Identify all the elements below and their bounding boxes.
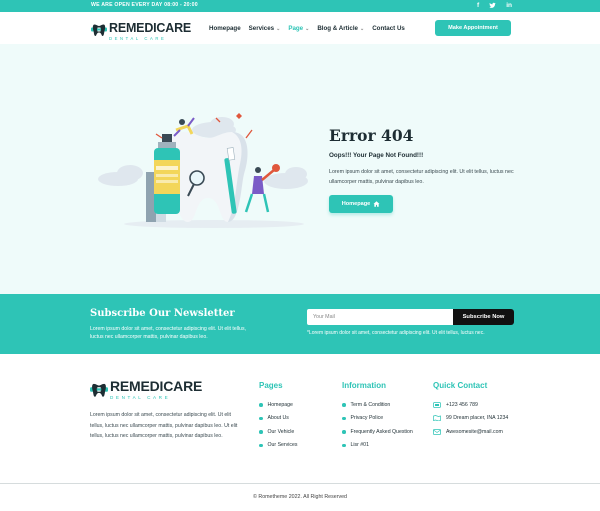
nav-item-contact[interactable]: Contact Us <box>372 25 405 32</box>
social-links: f in <box>477 2 512 12</box>
homepage-button[interactable]: Homepage <box>329 195 393 213</box>
brand-tagline: DENTAL CARE <box>109 35 167 41</box>
footer-link-vehicle[interactable]: Our Vehicle <box>259 425 297 439</box>
footer-information-title: Information <box>342 381 386 390</box>
bullet-icon <box>342 416 346 420</box>
map-icon <box>433 415 441 422</box>
error-title: Error 404 <box>329 126 414 145</box>
footer-link-services[interactable]: Our Services <box>259 439 297 453</box>
make-appointment-button[interactable]: Make Appointment <box>435 20 511 36</box>
footer-about-text: Lorem ipsum dolor sit amet, consectetur … <box>90 412 238 440</box>
footer-link-faq[interactable]: Frequently Asked Question <box>342 425 413 439</box>
newsletter-title: Subscribe Our Newsletter <box>90 308 235 319</box>
error-subtitle: Oops!!! Your Page Not Found!!! <box>329 152 424 159</box>
tooth-logo-icon <box>91 24 107 37</box>
tooth-logo-icon <box>90 383 108 397</box>
footer-divider <box>0 483 600 484</box>
footer-link-homepage[interactable]: Homepage <box>259 398 297 412</box>
chevron-down-icon: ⌄ <box>360 25 365 32</box>
bullet-icon <box>259 416 263 420</box>
copyright-text: © Rometheme 2022. All Right Reserved <box>253 494 347 500</box>
chevron-down-icon: ⌄ <box>276 25 281 32</box>
error-description: Lorem ipsum dolor sit amet, consectetur … <box>329 169 514 185</box>
homepage-button-label: Homepage <box>341 201 371 207</box>
footer-pages-title: Pages <box>259 381 283 390</box>
subscribe-button[interactable]: Subscribe Now <box>453 309 514 325</box>
footer-pages-column: Pages Homepage About Us Our Vehicle Our … <box>259 381 297 452</box>
footer-information-column: Information Term & Condition Privacy Pol… <box>342 381 413 452</box>
mail-icon <box>433 428 441 435</box>
main-nav: Homepage Services ⌄ Page ⌄ Blog & Article ⌄… <box>209 25 405 32</box>
nav-item-blog[interactable]: Blog & Article ⌄ <box>317 25 364 32</box>
phone-icon <box>433 401 441 408</box>
footer-link-terms[interactable]: Term & Condition <box>342 398 413 412</box>
newsletter-note: *Lorem ipsum dolor sit amet, consectetur… <box>307 330 485 336</box>
home-icon <box>373 201 380 207</box>
footer-logo[interactable]: REMEDICARE DENTAL CARE <box>90 379 202 400</box>
brand-name: REMEDICARE <box>109 21 192 35</box>
top-bar: WE ARE OPEN EVERY DAY 08:00 - 20:00 f in <box>0 0 600 12</box>
footer-contact-column: Quick Contact +123 456 789 99 Dream plac… <box>433 381 508 439</box>
twitter-icon[interactable] <box>489 2 496 12</box>
nav-item-page[interactable]: Page ⌄ <box>288 25 309 32</box>
contact-address[interactable]: 99 Dream placer, INA 1234 <box>433 412 508 426</box>
linkedin-icon[interactable]: in <box>506 2 512 12</box>
bullet-icon <box>342 443 346 447</box>
nav-item-services[interactable]: Services ⌄ <box>249 25 281 32</box>
bullet-icon <box>342 430 346 434</box>
footer-link-about[interactable]: About Us <box>259 412 297 426</box>
contact-phone[interactable]: +123 456 789 <box>433 398 508 412</box>
opening-hours: WE ARE OPEN EVERY DAY 08:00 - 20:00 <box>91 2 198 8</box>
brand-name: REMEDICARE <box>110 378 203 394</box>
brand-tagline: DENTAL CARE <box>110 394 171 400</box>
error-404-illustration <box>98 113 308 228</box>
nav-item-homepage[interactable]: Homepage <box>209 25 241 32</box>
bullet-icon <box>259 430 263 434</box>
newsletter-text: Lorem ipsum dolor sit amet, consectetur … <box>90 326 246 340</box>
facebook-icon[interactable]: f <box>477 2 479 12</box>
footer-link-list[interactable]: Lisr #01 <box>342 439 413 453</box>
bullet-icon <box>342 403 346 407</box>
bullet-icon <box>259 443 263 447</box>
site-logo[interactable]: REMEDICARE DENTAL CARE <box>91 20 191 41</box>
chevron-down-icon: ⌄ <box>305 25 310 32</box>
newsletter-email-input[interactable] <box>307 309 454 325</box>
contact-email[interactable]: Awesomesite@mail.com <box>433 425 508 439</box>
bullet-icon <box>259 403 263 407</box>
footer-link-privacy[interactable]: Privacy Police <box>342 412 413 426</box>
footer-contact-title: Quick Contact <box>433 381 488 390</box>
